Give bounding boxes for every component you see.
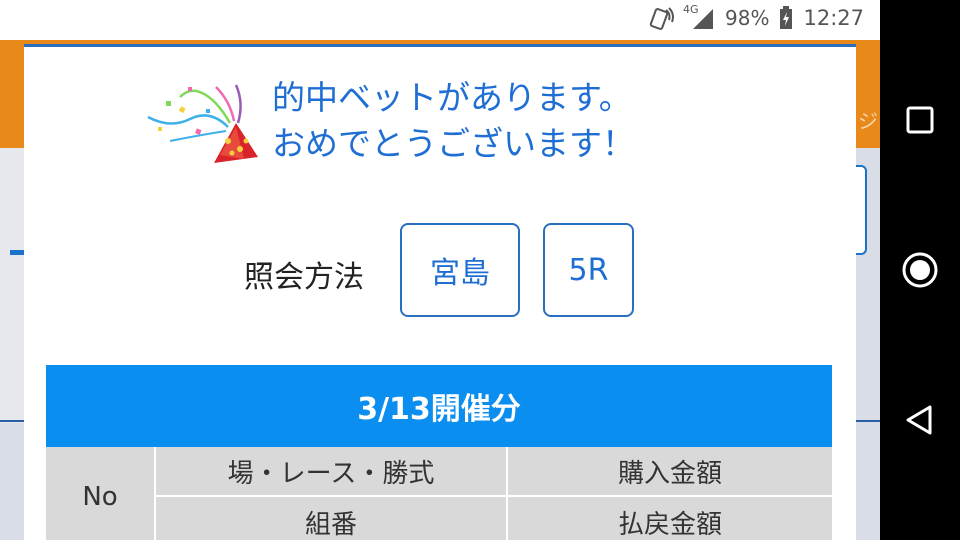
status-bar: 4G 98% 12:27 (0, 0, 880, 40)
column-no: No (46, 447, 156, 540)
winning-bet-dialog: 的中ベットがあります。 おめでとうございます！ 照会方法 宮島 5R 3/13開… (24, 44, 856, 540)
recent-apps-icon (906, 106, 934, 134)
tap-icon (649, 6, 675, 30)
recent-apps-button[interactable] (880, 80, 960, 160)
date-section-header: 3/13開催分 (46, 365, 832, 447)
back-icon (906, 405, 932, 435)
venue-button[interactable]: 宮島 (400, 223, 520, 317)
navigation-bar (880, 0, 960, 540)
network-type: 4G (683, 3, 699, 16)
results-table-header: No 場・レース・勝式 購入金額 組番 払戻金額 (46, 447, 832, 540)
column-refund-amount: 払戻金額 (617, 509, 722, 540)
battery-icon (779, 6, 793, 30)
home-icon (902, 252, 938, 288)
congratulations-message: 的中ベットがあります。 おめでとうございます！ (272, 75, 732, 167)
headline-line-1: 的中ベットがあります。 (272, 78, 632, 117)
app-screen: 4G 98% 12:27 ジ 的中ベットがあります。 おめでとうございます！ 照… (0, 0, 880, 540)
home-button[interactable] (880, 230, 960, 310)
party-popper-icon (147, 84, 258, 163)
battery-percent: 98% (725, 6, 770, 30)
query-method-label: 照会方法 (244, 260, 364, 295)
background-panel (0, 148, 24, 423)
race-button[interactable]: 5R (543, 223, 634, 317)
background-partial-text: ジ (858, 109, 878, 133)
column-combination: 組番 (156, 497, 508, 540)
back-button[interactable] (880, 380, 960, 460)
column-purchase-amount: 購入金額 (508, 447, 832, 497)
background-mark (10, 250, 24, 255)
signal-icon: 4G (683, 3, 715, 29)
headline-line-2: おめでとうございます！ (272, 124, 635, 163)
status-icons: 4G 98% 12:27 (649, 3, 864, 30)
clock: 12:27 (803, 6, 864, 30)
column-venue-race-type: 場・レース・勝式 (156, 447, 508, 497)
background-button-edge (855, 165, 867, 255)
